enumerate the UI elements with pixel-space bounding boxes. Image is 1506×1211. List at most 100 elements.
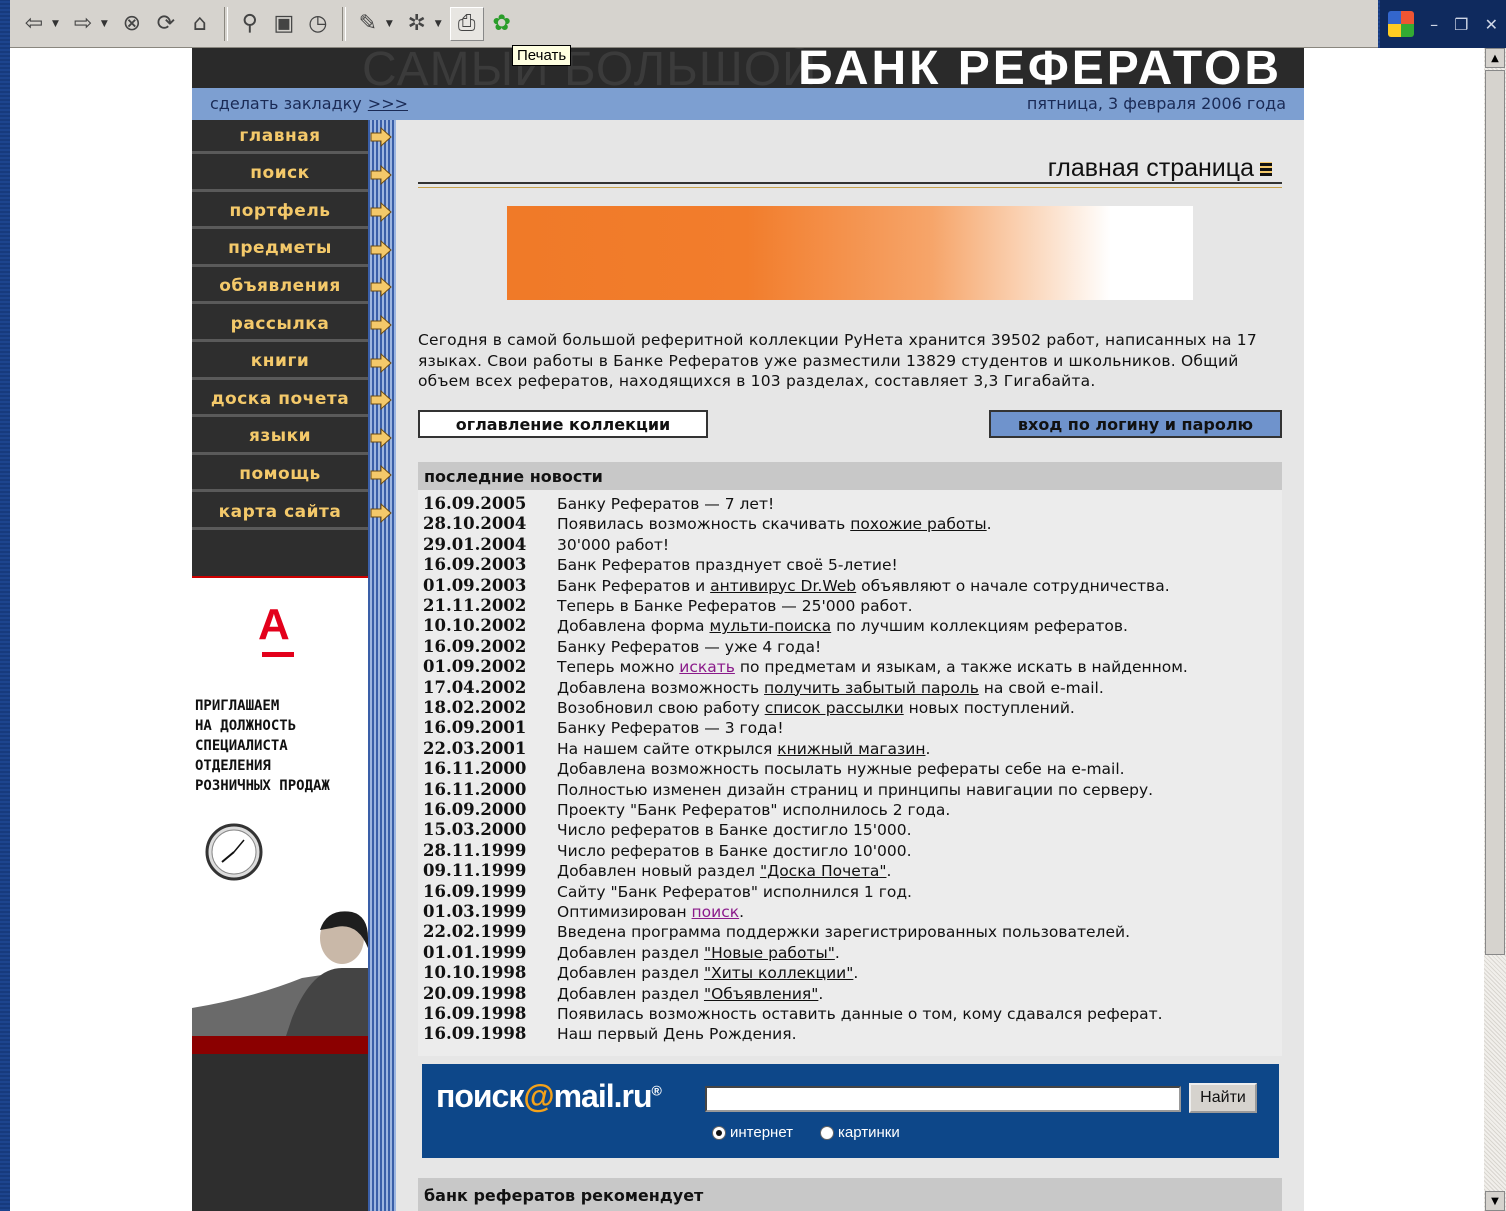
news-text: Банку Рефератов — уже 4 года! <box>557 638 821 656</box>
news-link[interactable]: список рассылки <box>765 699 904 717</box>
scroll-thumb[interactable] <box>1485 70 1505 955</box>
news-link[interactable]: "Хиты коллекции" <box>704 964 853 982</box>
news-link[interactable]: искать <box>679 658 735 676</box>
clock-icon <box>205 823 263 881</box>
bank-logo: А <box>258 600 290 649</box>
nav-item[interactable]: рассылка <box>192 308 368 342</box>
nav-arrow-icon[interactable] <box>370 502 392 524</box>
news-item: 15.03.2000 Число рефератов в Банке достиг… <box>423 820 912 840</box>
nav-item[interactable]: доска почета <box>192 383 368 418</box>
nav-item[interactable]: языки <box>192 421 368 455</box>
news-item: 22.02.1999 Введена программа поддержки за… <box>423 922 1130 942</box>
back-dropdown-icon[interactable]: ▼ <box>52 19 59 29</box>
nav-item[interactable]: портфель <box>192 195 368 230</box>
forward-icon[interactable]: ⇨ <box>67 8 99 40</box>
minimize-icon[interactable]: – <box>1430 15 1438 34</box>
news-link[interactable]: антивирус Dr.Web <box>710 577 856 595</box>
news-date: 01.03.1999 <box>423 902 527 921</box>
nav-arrow-icon[interactable] <box>370 389 392 411</box>
search-button[interactable]: Найти <box>1189 1083 1257 1113</box>
news-link[interactable]: мульти-поиска <box>709 617 831 635</box>
current-date: пятница, 3 февраля 2006 года <box>1026 94 1286 113</box>
news-text-post: . <box>925 739 931 758</box>
scroll-down-icon[interactable]: ▼ <box>1485 1191 1505 1211</box>
nav-item[interactable]: предметы <box>192 233 368 267</box>
restore-icon[interactable]: ❐ <box>1454 15 1468 34</box>
news-text-pre: Появилась возможность оставить данные о … <box>557 1005 1163 1023</box>
nav-item[interactable]: поиск <box>192 158 368 192</box>
radio-internet-label: интернет <box>730 1124 794 1141</box>
history-icon[interactable]: ◷ <box>302 8 334 40</box>
news-text: 30'000 работ! <box>557 536 669 554</box>
tools-dropdown-icon[interactable]: ▼ <box>435 19 442 29</box>
news-link[interactable]: похожие работы <box>850 515 986 533</box>
ad-banner[interactable]: А ПРИГЛАШАЕМ НА ДОЛЖНОСТЬ СПЕЦИАЛИСТА ОТ… <box>192 576 368 1054</box>
login-button[interactable]: вход по логину и паролю <box>989 410 1282 438</box>
news-text: Число рефератов в Банке достигло 10'000. <box>557 842 912 860</box>
edit-dropdown-icon[interactable]: ▼ <box>386 19 393 29</box>
back-icon[interactable]: ⇦ <box>18 8 50 40</box>
radio-dot[interactable] <box>820 1125 834 1140</box>
radio-dot-selected[interactable] <box>712 1125 726 1140</box>
vertical-scrollbar[interactable]: ▲ ▼ <box>1484 48 1506 1211</box>
search-icon[interactable]: ⚲ <box>234 8 266 40</box>
news-item: 09.11.1999 Добавлен новый раздел "Доска П… <box>423 861 891 881</box>
nav-arrow-icon[interactable] <box>370 427 392 449</box>
nav-arrow-icon[interactable] <box>370 126 392 148</box>
scroll-up-icon[interactable]: ▲ <box>1485 48 1505 68</box>
news-date: 16.09.2003 <box>423 555 527 575</box>
tools-icon[interactable]: ✲ <box>401 8 433 40</box>
nav-arrow-icon[interactable] <box>370 164 392 186</box>
nav-arrow-icon[interactable] <box>370 276 392 298</box>
news-date: 16.11.2000 <box>423 779 527 799</box>
news-date: 16.09.1999 <box>423 881 527 901</box>
news-link[interactable]: "Новые работы" <box>704 944 835 962</box>
nav-arrow-icon[interactable] <box>370 464 392 486</box>
home-icon[interactable]: ⌂ <box>184 8 216 40</box>
search-logo: поиск@mail.ru® <box>436 1078 662 1115</box>
favorites-icon[interactable]: ▣ <box>268 8 300 40</box>
search-input[interactable] <box>705 1086 1181 1112</box>
search-logo-at: @ <box>523 1078 554 1114</box>
news-link[interactable]: книжный магазин <box>777 740 925 758</box>
edit-icon[interactable]: ✎ <box>352 8 384 40</box>
icq-icon[interactable]: ✿ <box>486 8 518 40</box>
news-text: Банк Рефератов празднует своё 5-летие! <box>557 556 898 574</box>
news-item: 16.09.2003 Банк Рефератов празднует своё … <box>423 555 898 575</box>
forward-dropdown-icon[interactable]: ▼ <box>101 19 108 29</box>
collection-toc-button[interactable]: оглавление коллекции <box>418 410 708 438</box>
news-text: Добавлен раздел "Объявления". <box>557 985 823 1003</box>
radio-images[interactable]: картинки <box>820 1124 900 1141</box>
windows-logo-icon <box>1388 11 1415 37</box>
news-date: 15.03.2000 <box>423 820 527 840</box>
news-date: 21.11.2002 <box>423 596 527 615</box>
news-text: Добавлена возможность посылать нужные ре… <box>557 760 1125 778</box>
nav-item[interactable]: объявления <box>192 270 368 305</box>
news-date: 01.09.2002 <box>423 657 527 677</box>
nav-item[interactable]: главная <box>192 120 368 154</box>
nav-arrow-icon[interactable] <box>370 352 392 374</box>
bookmark-link[interactable]: >>> <box>368 94 408 113</box>
news-link[interactable]: получить забытый пароль <box>764 679 979 697</box>
news-text-pre: Теперь в Банке Рефератов — 25'000 работ. <box>557 597 913 615</box>
nav-item[interactable]: карта сайта <box>192 496 368 530</box>
news-link[interactable]: "Объявления" <box>704 985 818 1003</box>
nav-arrow-icon[interactable] <box>370 314 392 336</box>
print-icon[interactable]: ⎙ <box>449 6 484 41</box>
news-text-pre: Банку Рефератов — 7 лет! <box>557 495 775 513</box>
refresh-icon[interactable]: ⟳ <box>150 8 182 40</box>
nav-item[interactable]: книги <box>192 346 368 380</box>
news-text-pre: Банку Рефератов — 3 года! <box>557 719 784 738</box>
nav-arrow-icon[interactable] <box>370 201 392 223</box>
news-date: 09.11.1999 <box>423 861 527 881</box>
radio-internet[interactable]: интернет <box>712 1124 793 1141</box>
news-link[interactable]: "Доска Почета" <box>760 862 887 880</box>
news-item: 01.01.1999 Добавлен раздел "Новые работы"… <box>423 943 840 963</box>
news-text: Появилась возможность оставить данные о … <box>557 1005 1163 1023</box>
close-icon[interactable]: ✕ <box>1485 15 1498 34</box>
news-link[interactable]: поиск <box>692 903 740 921</box>
news-item: 01.09.2002 Теперь можно искать по предмет… <box>423 657 1188 677</box>
stop-icon[interactable]: ⊗ <box>116 8 148 40</box>
nav-item[interactable]: помощь <box>192 458 368 493</box>
nav-arrow-icon[interactable] <box>370 239 392 261</box>
